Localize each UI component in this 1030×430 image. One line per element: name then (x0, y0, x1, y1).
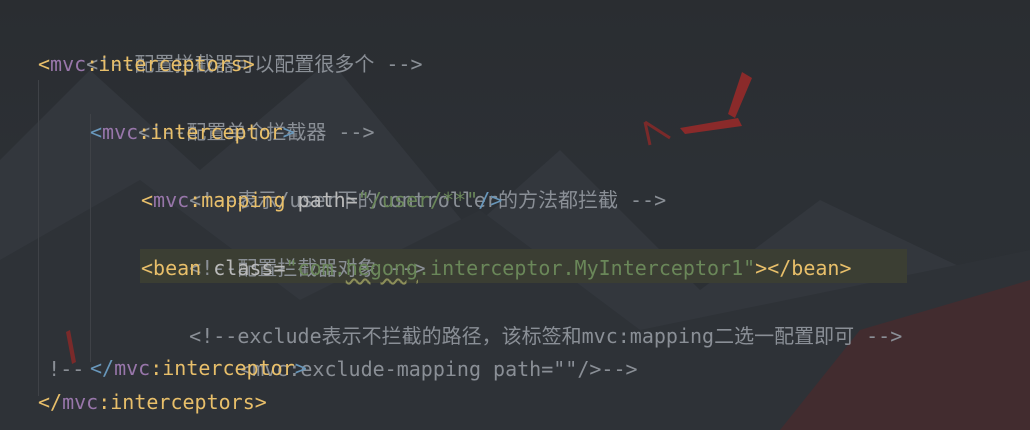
code-line[interactable]: <!--配置拦截器对象 --> (141, 217, 425, 280)
tag-name: interceptor (162, 356, 295, 380)
tag-name: interceptor (150, 120, 283, 144)
end-tag-open: </ (767, 256, 792, 280)
namespace: mvc (153, 188, 190, 212)
attribute-name: class (213, 256, 274, 280)
namespace: mvc (102, 120, 139, 144)
code-line[interactable]: <!--配置拦截器可以配置很多个 --> (38, 13, 422, 76)
tag-name: interceptors (110, 390, 255, 414)
comment-prefix: !-- (48, 357, 85, 381)
tag-name: mapping (201, 188, 286, 212)
code-line[interactable]: <!--exclude表示不拦截的路径，该标签和mvc:mapping二选一配置… (141, 285, 902, 348)
colon: : (86, 52, 99, 76)
code-line[interactable]: <mvc:mapping path="/user/**"/> (141, 183, 502, 217)
colon: : (150, 356, 163, 380)
code-line[interactable]: <mvc:interceptors> (38, 47, 255, 81)
close-bracket: > (242, 52, 255, 76)
equals-sign: = (273, 256, 286, 280)
attribute-name: path (297, 188, 346, 212)
code-line-continuation[interactable]: <mvc:exclude-mapping path=""/>--> (192, 318, 637, 381)
close-bracket: > (755, 256, 768, 280)
attribute-value: "/user/**" (357, 188, 479, 212)
spelling-warning[interactable]: hegong (346, 256, 418, 280)
code-line[interactable]: <!--表示/user下的controller的方法都拦截 --> (141, 149, 666, 212)
namespace: mvc (62, 390, 99, 414)
code-line[interactable]: <mvc:interceptor> (90, 115, 295, 149)
end-tag-close: > (839, 256, 852, 280)
self-close: /> (478, 188, 503, 212)
code-line[interactable]: </mvc:interceptor> (90, 351, 307, 385)
code-line[interactable]: </mvc:interceptors> (38, 385, 267, 419)
colon: : (189, 188, 202, 212)
code-editor[interactable]: <!--配置拦截器可以配置很多个 --> <mvc:interceptors> … (0, 0, 1030, 430)
code-line-current[interactable]: <bean class="com.hegong.interceptor.MyIn… (141, 251, 852, 285)
open-bracket: < (141, 256, 154, 280)
end-tag-open: </ (90, 356, 115, 380)
equals-sign: = (345, 188, 358, 212)
namespace: mvc (50, 52, 87, 76)
open-bracket: < (141, 188, 154, 212)
colon: : (98, 390, 111, 414)
code-line[interactable]: !-- (0, 318, 84, 381)
colon: : (138, 120, 151, 144)
bird-shape (728, 72, 752, 118)
end-tag-open: </ (38, 390, 63, 414)
attribute-value-suffix: .interceptor.MyInterceptor1" (418, 256, 756, 280)
close-bracket: > (294, 356, 307, 380)
end-tag-name: bean (791, 256, 840, 280)
close-bracket: > (282, 120, 295, 144)
attribute-value-prefix: "com. (285, 256, 346, 280)
tag-name: interceptors (98, 52, 243, 76)
open-bracket: < (38, 52, 51, 76)
code-line[interactable]: <!--配置单个拦截器 --> (90, 81, 374, 144)
namespace: mvc (114, 356, 151, 380)
close-bracket: > (254, 390, 267, 414)
tag-name: bean (153, 256, 202, 280)
open-bracket: < (90, 120, 103, 144)
